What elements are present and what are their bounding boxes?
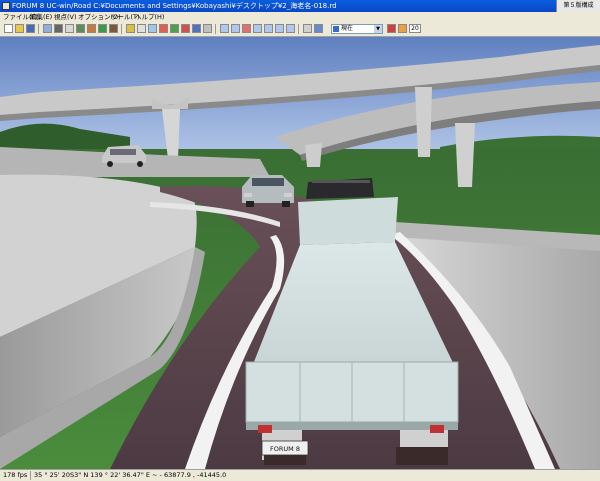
toolbar-separator xyxy=(38,24,39,34)
toolbar-separator xyxy=(121,24,122,34)
route-icon[interactable] xyxy=(170,24,179,33)
window-title: FORUM 8 UC-win/Road C:¥Documents and Set… xyxy=(12,2,337,10)
model-icon[interactable] xyxy=(76,24,85,33)
toolbar-separator xyxy=(298,24,299,34)
open-folder-icon[interactable] xyxy=(15,24,24,33)
status-divider xyxy=(30,471,31,480)
arrow-up-icon[interactable] xyxy=(286,24,295,33)
drive-icon[interactable] xyxy=(314,24,323,33)
settings-icon[interactable] xyxy=(203,24,212,33)
view-icon[interactable] xyxy=(220,24,229,33)
save-icon[interactable] xyxy=(26,24,35,33)
building-icon[interactable] xyxy=(109,24,118,33)
view-select-icon xyxy=(333,26,339,32)
zoom-level[interactable]: 20 xyxy=(409,24,421,33)
tree-icon[interactable] xyxy=(98,24,107,33)
truck-license-plate: FORUM 8 xyxy=(270,445,300,453)
view-select-value: 現在 xyxy=(341,25,354,32)
record-icon[interactable] xyxy=(387,24,396,33)
menu-view[interactable]: 視点(V) xyxy=(54,13,77,21)
person-icon[interactable] xyxy=(87,24,96,33)
arrow-right-icon[interactable] xyxy=(275,24,284,33)
camera-icon[interactable] xyxy=(137,24,146,33)
traffic-icon[interactable] xyxy=(159,24,168,33)
zoom-in-icon[interactable] xyxy=(231,24,240,33)
water-icon[interactable] xyxy=(192,24,201,33)
car-icon[interactable] xyxy=(148,24,157,33)
menu-help[interactable]: ヘルプ(H) xyxy=(135,13,164,21)
sign-icon[interactable] xyxy=(181,24,190,33)
pillar xyxy=(455,123,475,187)
car-middle xyxy=(242,175,294,207)
toolbar-separator xyxy=(215,24,216,34)
view-select[interactable]: 現在 ▼ xyxy=(331,24,383,34)
arrow-left-icon[interactable] xyxy=(264,24,273,33)
pause-icon[interactable] xyxy=(303,24,312,33)
status-bar: 178 fps 35 ° 25' 20S3" N 139 ° 22' 36.47… xyxy=(0,469,600,481)
road-edit-icon[interactable] xyxy=(43,24,52,33)
terrain-icon[interactable] xyxy=(54,24,63,33)
chevron-down-icon[interactable]: ▼ xyxy=(374,25,382,33)
truck-cab xyxy=(306,178,374,199)
app-icon[interactable] xyxy=(2,2,10,10)
intersection-icon[interactable] xyxy=(65,24,74,33)
coordinate-readout: 35 ° 25' 20S3" N 139 ° 22' 36.47" E ~ - … xyxy=(34,471,227,479)
toolbar: 現在 ▼ 20 xyxy=(0,22,600,37)
new-file-icon[interactable] xyxy=(4,24,13,33)
speed-icon[interactable] xyxy=(398,24,407,33)
3d-viewport[interactable]: FORUM 8 xyxy=(0,37,600,469)
light-icon[interactable] xyxy=(126,24,135,33)
menu-edit[interactable]: 編集(E) xyxy=(30,13,52,21)
rotate-icon[interactable] xyxy=(253,24,262,33)
title-bar: FORUM 8 UC-win/Road C:¥Documents and Set… xyxy=(0,0,600,12)
pillar xyxy=(305,143,322,167)
title-right-label[interactable]: 第５版構成 xyxy=(556,0,600,12)
fps-readout: 178 fps xyxy=(3,471,28,479)
move-icon[interactable] xyxy=(242,24,251,33)
